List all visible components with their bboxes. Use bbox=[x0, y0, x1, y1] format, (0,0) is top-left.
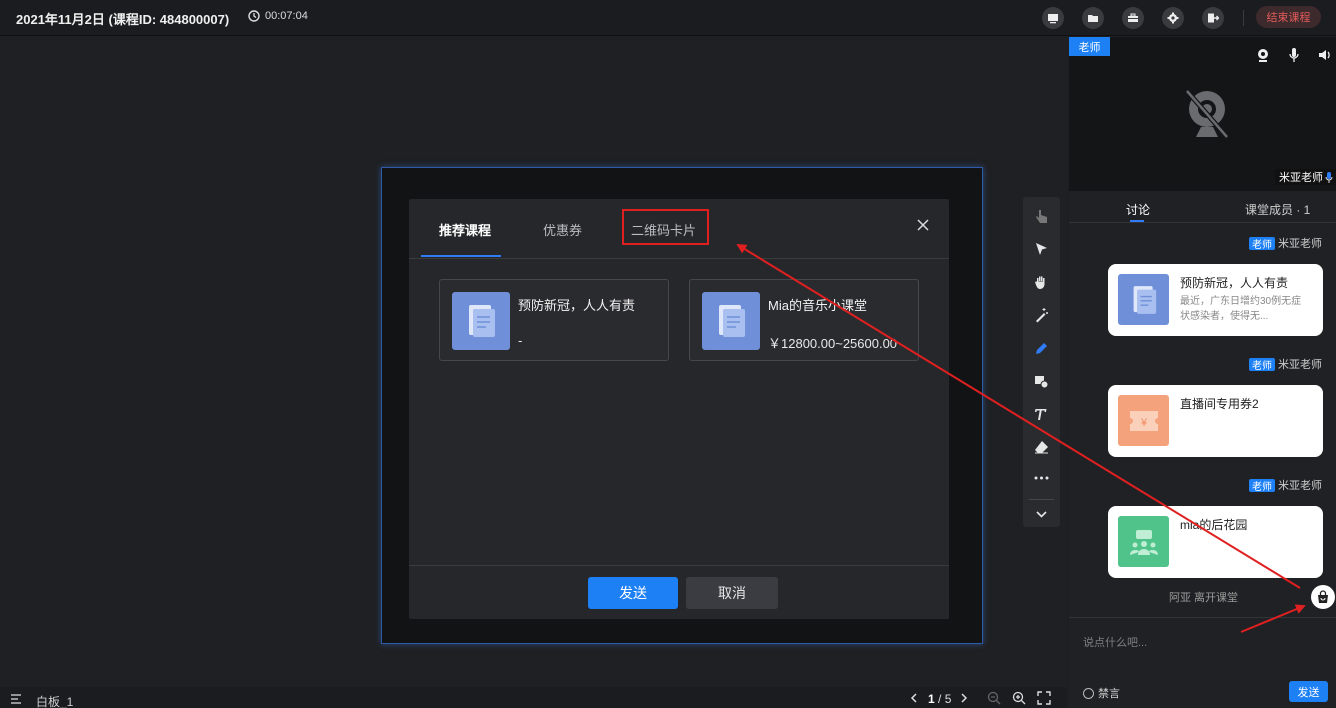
message-header: 老师 米亚老师 bbox=[1249, 356, 1322, 372]
page-indicator: 1 / 5 bbox=[928, 692, 952, 706]
class-timer: 00:07:04 bbox=[248, 10, 308, 22]
grab-hand-icon[interactable] bbox=[1033, 274, 1050, 291]
zoom-in-icon[interactable] bbox=[1012, 691, 1026, 705]
message-header: 老师 米亚老师 bbox=[1249, 235, 1322, 251]
sender-name: 米亚老师 bbox=[1278, 359, 1322, 371]
card-title: Mia的音乐小课堂 bbox=[768, 298, 867, 313]
arrow-cursor-icon[interactable] bbox=[1033, 241, 1050, 258]
course-card[interactable]: 预防新冠，人人有责 - bbox=[439, 279, 669, 361]
message-header: 老师 米亚老师 bbox=[1249, 477, 1322, 493]
message-title: mia的后花园 bbox=[1180, 518, 1248, 532]
course-title: 2021年11月2日 (课程ID: 484800007) bbox=[16, 12, 230, 27]
current-page: 1 bbox=[928, 692, 935, 706]
tab-recommended-courses[interactable]: 推荐课程 bbox=[439, 220, 491, 239]
qr-tab-highlight-box bbox=[622, 209, 709, 245]
coupon-message-card[interactable]: ¥ 直播间专用券2 bbox=[1108, 385, 1323, 457]
mic-indicator-icon bbox=[1325, 171, 1333, 183]
coupon-icon: ¥ bbox=[1118, 395, 1169, 446]
active-tab-indicator bbox=[421, 255, 501, 257]
toolbox-icon[interactable] bbox=[1122, 7, 1144, 29]
document-icon bbox=[1118, 274, 1169, 325]
right-panel: 老师 米亚老师 讨论 课堂成员 · 1 老师 米亚老师 预防新冠，人人有责 最近… bbox=[1069, 37, 1336, 708]
message-desc: 最近，广东日增约30例无症状感染者，使得无... bbox=[1180, 296, 1302, 322]
tab-discussion[interactable]: 讨论 bbox=[1126, 201, 1150, 218]
pointer-hand-icon[interactable] bbox=[1033, 208, 1050, 225]
card-price: ￥12800.00~25600.00 bbox=[768, 336, 898, 351]
tab-members[interactable]: 课堂成员 · 1 bbox=[1245, 201, 1310, 218]
clock-icon bbox=[248, 10, 260, 22]
speaker-icon[interactable] bbox=[1317, 47, 1333, 63]
microphone-icon[interactable] bbox=[1286, 47, 1302, 63]
system-notice: 阿亚 离开课堂 bbox=[1169, 592, 1239, 604]
exit-icon[interactable] bbox=[1202, 7, 1224, 29]
menu-icon[interactable] bbox=[10, 693, 22, 705]
card-subtitle: - bbox=[518, 333, 523, 348]
chat-input-area: 禁言 发送 bbox=[1069, 617, 1336, 708]
mute-toggle[interactable]: 禁言 bbox=[1083, 685, 1120, 701]
magic-wand-icon[interactable] bbox=[1033, 307, 1050, 324]
course-card[interactable]: Mia的音乐小课堂 ￥12800.00~25600.00 bbox=[689, 279, 919, 361]
shapes-icon[interactable] bbox=[1033, 373, 1050, 390]
qr-message-card[interactable]: mia的后花园 bbox=[1108, 506, 1323, 578]
eraser-icon[interactable] bbox=[1033, 439, 1050, 456]
recommend-dialog: 推荐课程 优惠券 二维码卡片 预防新冠，人人有责 - Mia的音乐小课堂 ￥12… bbox=[409, 199, 949, 619]
shopping-bag-icon[interactable] bbox=[1311, 585, 1335, 609]
timer-value: 00:07:04 bbox=[265, 10, 308, 22]
message-title: 直播间专用券2 bbox=[1180, 397, 1259, 411]
mute-radio[interactable] bbox=[1083, 687, 1094, 699]
panel-tab-indicator bbox=[1130, 220, 1144, 222]
sender-name: 米亚老师 bbox=[1278, 238, 1322, 250]
mute-label: 禁言 bbox=[1098, 688, 1120, 700]
sender-name: 米亚老师 bbox=[1278, 480, 1322, 492]
gear-icon[interactable] bbox=[1162, 7, 1184, 29]
total-pages: 5 bbox=[944, 692, 952, 706]
document-icon bbox=[452, 292, 510, 350]
dialog-tabs: 推荐课程 优惠券 二维码卡片 bbox=[409, 199, 949, 259]
role-badge: 老师 bbox=[1249, 236, 1275, 251]
whiteboard-toolbar bbox=[1023, 197, 1060, 527]
fullscreen-icon[interactable] bbox=[1037, 691, 1051, 705]
folder-icon[interactable] bbox=[1082, 7, 1104, 29]
camera-icon[interactable] bbox=[1255, 47, 1271, 63]
end-class-button[interactable]: 结束课程 bbox=[1256, 6, 1321, 28]
video-teacher-name: 米亚老师 bbox=[1275, 169, 1336, 185]
video-name-text: 米亚老师 bbox=[1279, 172, 1323, 184]
tab-coupons[interactable]: 优惠券 bbox=[543, 220, 582, 239]
camera-off-icon bbox=[1185, 89, 1229, 139]
prev-page-icon[interactable] bbox=[908, 692, 920, 704]
dialog-footer: 发送 取消 bbox=[409, 565, 949, 619]
pen-icon[interactable] bbox=[1033, 340, 1050, 357]
toolbar-divider bbox=[1029, 499, 1054, 500]
topbar-divider bbox=[1243, 10, 1244, 26]
teacher-tag: 老师 bbox=[1069, 37, 1110, 56]
zoom-out-icon[interactable] bbox=[987, 691, 1001, 705]
send-button[interactable]: 发送 bbox=[588, 577, 678, 609]
document-icon bbox=[702, 292, 760, 350]
more-icon[interactable] bbox=[1033, 469, 1050, 486]
role-badge: 老师 bbox=[1249, 478, 1275, 493]
chat-send-button[interactable]: 发送 bbox=[1289, 681, 1328, 702]
cancel-button[interactable]: 取消 bbox=[686, 577, 778, 609]
next-page-icon[interactable] bbox=[958, 692, 970, 704]
role-badge: 老师 bbox=[1249, 357, 1275, 372]
board-name: 白板_1 bbox=[36, 695, 74, 708]
panel-tabs: 讨论 课堂成员 · 1 bbox=[1069, 197, 1336, 223]
chat-input[interactable] bbox=[1083, 632, 1323, 654]
app-root: 2021年11月2日 (课程ID: 484800007) 00:07:04 结束… bbox=[0, 0, 1336, 708]
course-message-card[interactable]: 预防新冠，人人有责 最近，广东日增约30例无症状感染者，使得无... bbox=[1108, 264, 1323, 336]
group-icon bbox=[1118, 516, 1169, 567]
card-title: 预防新冠，人人有责 bbox=[518, 298, 636, 313]
top-bar: 2021年11月2日 (课程ID: 484800007) 00:07:04 结束… bbox=[0, 0, 1336, 36]
text-icon[interactable] bbox=[1033, 406, 1050, 423]
close-icon[interactable] bbox=[916, 218, 930, 232]
svg-text:¥: ¥ bbox=[1139, 417, 1147, 429]
screen-share-icon[interactable] bbox=[1042, 7, 1064, 29]
collapse-icon[interactable] bbox=[1033, 506, 1050, 523]
teacher-video: 老师 米亚老师 bbox=[1069, 37, 1336, 191]
message-title: 预防新冠，人人有责 bbox=[1180, 276, 1289, 290]
bottom-bar: 白板_1 1 / 5 bbox=[0, 687, 1067, 708]
